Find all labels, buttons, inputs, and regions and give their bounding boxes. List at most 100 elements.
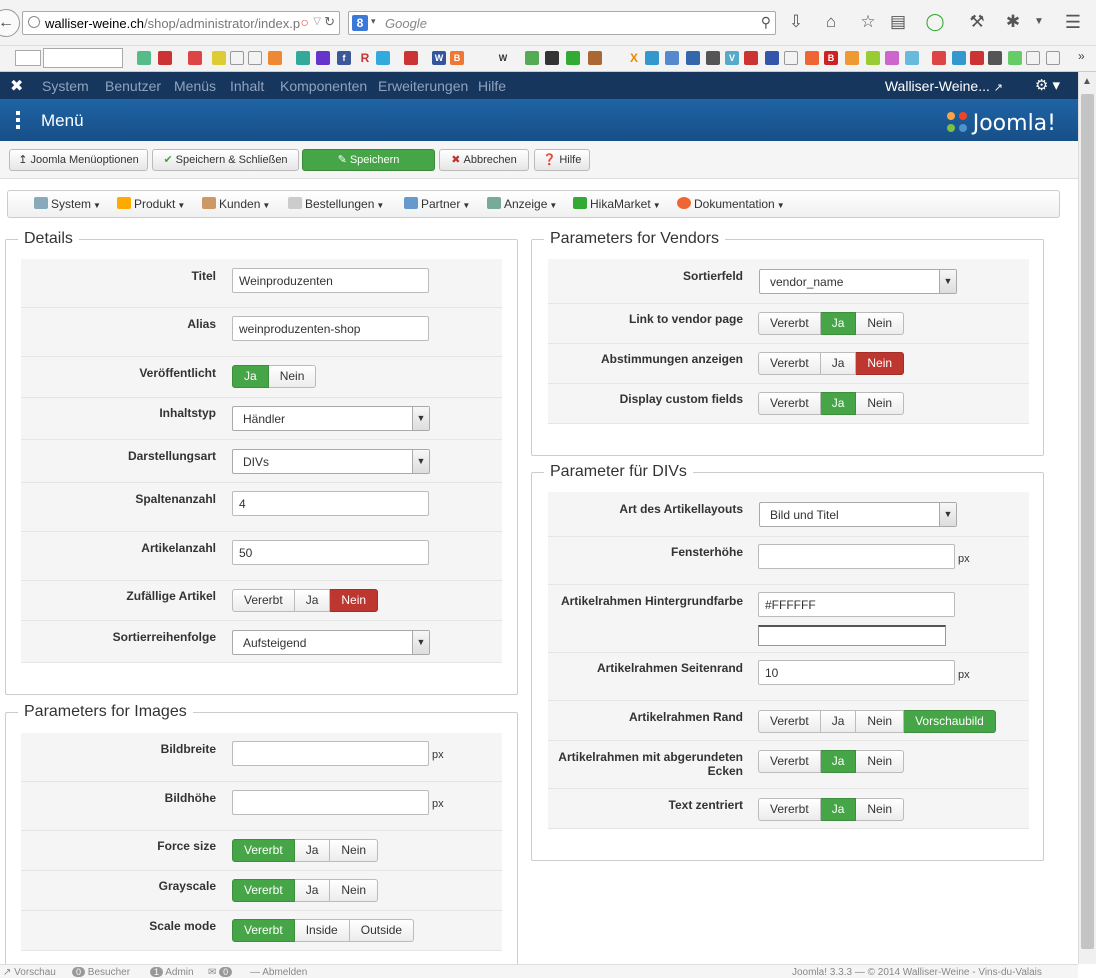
scale-outside-button[interactable]: Outside <box>349 919 415 942</box>
hika-market-menu[interactable]: HikaMarket ▼ <box>573 197 661 211</box>
scale-inherited-button[interactable]: Vererbt <box>232 919 295 942</box>
bookmark-icon[interactable] <box>1046 51 1060 65</box>
logout-link[interactable]: — Abmelden <box>250 967 307 978</box>
magnifier-icon[interactable]: ⚲ <box>761 14 771 31</box>
bookmark-icon[interactable] <box>645 51 659 65</box>
nav-extensions[interactable]: Erweiterungen <box>378 78 468 94</box>
bookmark-icon[interactable] <box>932 51 946 65</box>
vendor-link-no-button[interactable]: Nein <box>856 312 905 335</box>
scrollbar-thumb[interactable] <box>1081 94 1094 949</box>
border-preview-button[interactable]: Vorschaubild <box>904 710 996 733</box>
bookmark-icon[interactable] <box>970 51 984 65</box>
published-no-button[interactable]: Nein <box>268 365 317 388</box>
download-icon[interactable]: ⇩ <box>785 12 807 32</box>
bookmark-icon[interactable] <box>1008 51 1022 65</box>
hamburger-menu-icon[interactable]: ☰ <box>1062 12 1084 33</box>
votes-yes-button[interactable]: Ja <box>820 352 857 375</box>
grayscale-no-button[interactable]: Nein <box>330 879 379 902</box>
bookmark-icon[interactable] <box>805 51 819 65</box>
twitter-icon[interactable] <box>376 51 390 65</box>
reload-icon[interactable]: ↻ <box>324 14 335 30</box>
votes-inherited-button[interactable]: Vererbt <box>758 352 821 375</box>
force-size-no-button[interactable]: Nein <box>330 839 379 862</box>
custom-fields-no-button[interactable]: Nein <box>856 392 905 415</box>
save-button[interactable]: ✎ Speichern <box>302 149 435 171</box>
joomla-icon[interactable]: ✖ <box>10 76 23 96</box>
center-inherited-button[interactable]: Vererbt <box>758 798 821 821</box>
chevron-down-icon[interactable]: ▼ <box>1028 16 1050 27</box>
sort-field-select[interactable]: vendor_name ▼ <box>759 269 957 294</box>
bookmark-icon[interactable] <box>952 51 966 65</box>
custom-fields-inherited-button[interactable]: Vererbt <box>758 392 821 415</box>
bookmark-icon[interactable] <box>230 51 244 65</box>
border-yes-button[interactable]: Ja <box>820 710 857 733</box>
border-no-button[interactable]: Nein <box>856 710 905 733</box>
url-bar[interactable]: walliser-weine.ch/shop/administrator/ind… <box>22 11 340 35</box>
random-yes-button[interactable]: Ja <box>294 589 331 612</box>
menu-options-button[interactable]: ↥ Joomla Menüoptionen <box>9 149 148 171</box>
search-box[interactable]: 8 ▾ Google ⚲ <box>348 11 776 35</box>
search-engine-dropdown-icon[interactable]: ▾ <box>371 16 376 27</box>
bookmark-icon[interactable] <box>665 51 679 65</box>
nav-system[interactable]: System <box>42 78 89 94</box>
bookmark-icon[interactable] <box>1026 51 1040 65</box>
bookmark-icon[interactable]: W <box>432 51 446 65</box>
tools-icon[interactable]: ⚒ <box>966 12 988 32</box>
random-inherited-button[interactable]: Vererbt <box>232 589 295 612</box>
random-no-button[interactable]: Nein <box>330 589 379 612</box>
bookmark-icon[interactable]: B <box>824 51 838 65</box>
bookmark-icon[interactable] <box>784 51 798 65</box>
custom-fields-yes-button[interactable]: Ja <box>820 392 857 415</box>
bookmark-icon[interactable] <box>905 51 919 65</box>
bookmark-star-icon[interactable]: ☆ <box>857 12 879 32</box>
gear-icon[interactable]: ⚙ ▾ <box>1035 76 1060 94</box>
bookmark-icon[interactable] <box>158 51 172 65</box>
force-size-inherited-button[interactable]: Vererbt <box>232 839 295 862</box>
alias-input[interactable]: weinproduzenten-shop <box>232 316 429 341</box>
bookmark-icon[interactable] <box>866 51 880 65</box>
display-type-select[interactable]: DIVs ▼ <box>232 449 430 474</box>
bookmark-icon[interactable] <box>248 51 262 65</box>
facebook-icon[interactable]: f <box>337 51 351 65</box>
messages-status[interactable]: ✉ 0 <box>208 967 233 978</box>
hika-display-menu[interactable]: Anzeige ▼ <box>487 197 557 211</box>
title-input[interactable]: Weinproduzenten <box>232 268 429 293</box>
nav-components[interactable]: Komponenten <box>280 78 367 94</box>
bookmark-icon[interactable]: R <box>358 51 372 65</box>
bookmark-icon[interactable] <box>885 51 899 65</box>
hika-system-menu[interactable]: System ▼ <box>34 197 101 211</box>
bookmark-icon[interactable]: V <box>725 51 739 65</box>
votes-no-button[interactable]: Nein <box>856 352 905 375</box>
stop-icon[interactable]: ○ <box>301 14 309 30</box>
center-no-button[interactable]: Nein <box>856 798 905 821</box>
more-bookmarks-chevron-icon[interactable]: » <box>1078 49 1085 63</box>
published-yes-button[interactable]: Ja <box>232 365 269 388</box>
force-size-yes-button[interactable]: Ja <box>294 839 331 862</box>
bookmark-icon[interactable] <box>296 51 310 65</box>
wikipedia-icon[interactable]: W <box>496 51 510 65</box>
bookmark-icon[interactable] <box>765 51 779 65</box>
vendor-link-inherited-button[interactable]: Vererbt <box>758 312 821 335</box>
bookmark-icon[interactable]: B <box>450 51 464 65</box>
bookmarks-list-icon[interactable]: ▤ <box>887 12 909 32</box>
bookmark-icon[interactable] <box>706 51 720 65</box>
bg-color-input[interactable]: #FFFFFF <box>758 592 955 617</box>
hika-documentation-menu[interactable]: Dokumentation ▼ <box>677 197 785 211</box>
nav-content[interactable]: Inhalt <box>230 78 264 94</box>
preview-link[interactable]: ↗ Vorschau <box>3 967 56 978</box>
window-height-input[interactable] <box>758 544 955 569</box>
rounded-yes-button[interactable]: Ja <box>820 750 857 773</box>
content-type-select[interactable]: Händler ▼ <box>232 406 430 431</box>
page-scrollbar[interactable]: ▲ <box>1078 72 1096 964</box>
cancel-button[interactable]: ✖ Abbrechen <box>439 149 529 171</box>
bookmark-widget[interactable] <box>15 50 41 66</box>
border-inherited-button[interactable]: Vererbt <box>758 710 821 733</box>
dropdown-icon[interactable]: ▽ <box>313 16 321 27</box>
bookmark-icon[interactable] <box>566 51 580 65</box>
image-height-input[interactable] <box>232 790 429 815</box>
rounded-no-button[interactable]: Nein <box>856 750 905 773</box>
color-preview-swatch[interactable] <box>758 625 946 646</box>
sort-order-select[interactable]: Aufsteigend ▼ <box>232 630 430 655</box>
scale-inside-button[interactable]: Inside <box>294 919 350 942</box>
bookmark-icon[interactable] <box>845 51 859 65</box>
